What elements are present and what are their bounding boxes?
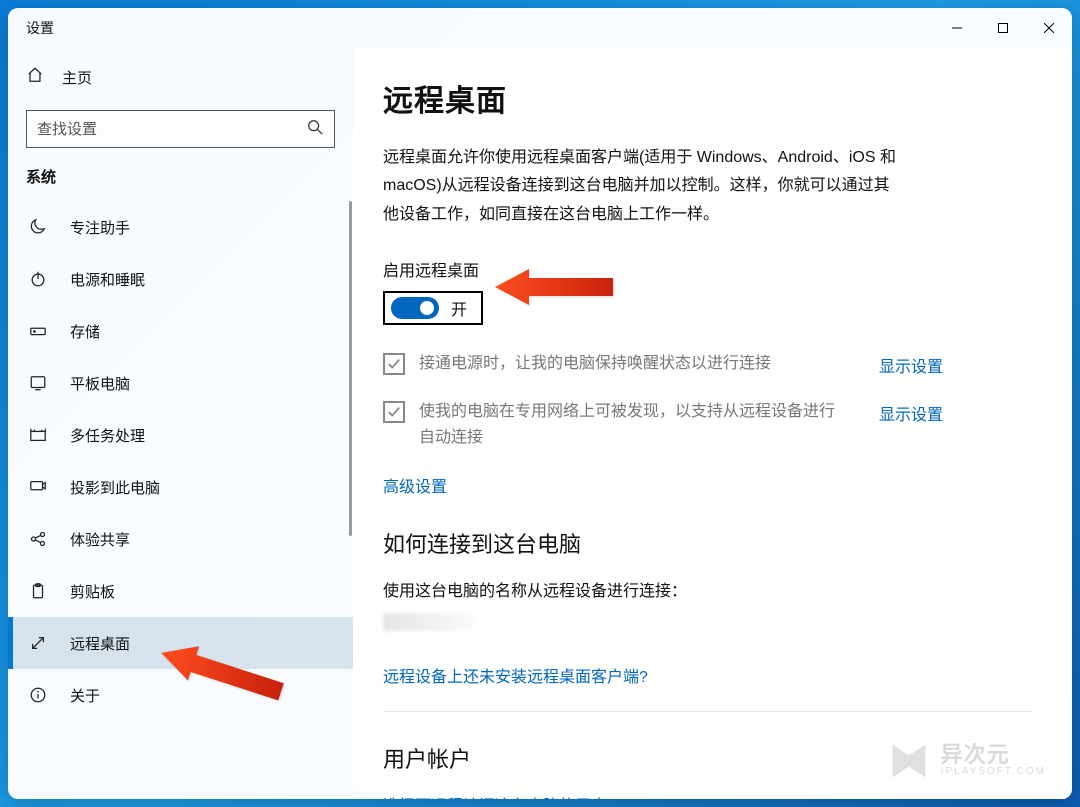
sidebar-home-label: 主页: [62, 67, 92, 88]
keep-awake-checkbox[interactable]: [383, 353, 405, 375]
sidebar-item-label: 专注助手: [70, 217, 130, 238]
enable-remote-toggle[interactable]: [391, 297, 439, 319]
window-title: 设置: [26, 18, 54, 38]
storage-icon: [28, 321, 48, 341]
sidebar-item-label: 远程桌面: [70, 633, 130, 654]
settings-window: 设置 主页: [8, 8, 1072, 799]
content-pane: 远程桌面 远程桌面允许你使用远程桌面客户端(适用于 Windows、Androi…: [353, 48, 1072, 799]
close-button[interactable]: [1026, 12, 1072, 44]
sidebar-item-clipboard[interactable]: 剪贴板: [8, 565, 353, 617]
sidebar-item-label: 电源和睡眠: [70, 269, 145, 290]
sidebar-item-tablet[interactable]: 平板电脑: [8, 357, 353, 409]
maximize-button[interactable]: [980, 12, 1026, 44]
remote-icon: [28, 633, 48, 653]
tablet-icon: [28, 373, 48, 393]
advanced-settings-link[interactable]: 高级设置: [383, 479, 447, 496]
sidebar-item-power[interactable]: 电源和睡眠: [8, 253, 353, 305]
sidebar-item-label: 多任务处理: [70, 425, 145, 446]
discoverable-row: 使我的电脑在专用网络上可被发现，以支持从远程设备进行自动连接 显示设置: [383, 399, 943, 450]
connect-description: 使用这台电脑的名称从远程设备进行连接：: [383, 577, 1032, 601]
sidebar-item-label: 剪贴板: [70, 581, 115, 602]
keep-awake-text: 接通电源时，让我的电脑保持唤醒状态以进行连接: [419, 351, 865, 377]
annotation-arrow-toggle: [495, 263, 615, 316]
project-icon: [28, 477, 48, 497]
enable-remote-label: 启用远程桌面: [383, 257, 1032, 281]
sidebar-item-share[interactable]: 体验共享: [8, 513, 353, 565]
sidebar-item-storage[interactable]: 存储: [8, 305, 353, 357]
section-how-connect: 如何连接到这台电脑: [383, 527, 1032, 559]
home-icon: [26, 66, 44, 88]
sidebar-home[interactable]: 主页: [8, 56, 353, 98]
discoverable-text: 使我的电脑在专用网络上可被发现，以支持从远程设备进行自动连接: [419, 399, 865, 450]
multitask-icon: [28, 425, 48, 445]
sidebar-item-moon[interactable]: 专注助手: [8, 201, 353, 253]
moon-icon: [28, 217, 48, 237]
sidebar-item-label: 关于: [70, 685, 100, 706]
toggle-state-text: 开: [451, 296, 467, 320]
about-icon: [28, 685, 48, 705]
client-install-link[interactable]: 远程设备上还未安装远程桌面客户端?: [383, 669, 648, 686]
keep-awake-row: 接通电源时，让我的电脑保持唤醒状态以进行连接 显示设置: [383, 351, 943, 377]
select-users-link[interactable]: 选择可远程访问这台电脑的用户: [383, 798, 607, 799]
clipboard-icon: [28, 581, 48, 601]
search-icon: [306, 118, 326, 140]
sidebar-item-multitask[interactable]: 多任务处理: [8, 409, 353, 461]
share-icon: [28, 529, 48, 549]
search-input[interactable]: [37, 121, 306, 138]
minimize-button[interactable]: [934, 12, 980, 44]
discoverable-checkbox[interactable]: [383, 401, 405, 423]
sidebar-item-label: 投影到此电脑: [70, 477, 160, 498]
sidebar-item-label: 存储: [70, 321, 100, 342]
sidebar-item-label: 平板电脑: [70, 373, 130, 394]
discoverable-settings-link[interactable]: 显示设置: [879, 401, 943, 425]
pc-name-redacted: [383, 613, 473, 631]
page-description: 远程桌面允许你使用远程桌面客户端(适用于 Windows、Android、iOS…: [383, 144, 903, 229]
sidebar-scrollbar[interactable]: [349, 201, 352, 799]
sidebar-item-label: 体验共享: [70, 529, 130, 550]
section-users: 用户帐户: [383, 742, 1032, 774]
enable-remote-toggle-box: 开: [383, 291, 483, 325]
power-icon: [28, 269, 48, 289]
keep-awake-settings-link[interactable]: 显示设置: [879, 353, 943, 377]
page-title: 远程桌面: [383, 76, 1032, 120]
sidebar-item-project[interactable]: 投影到此电脑: [8, 461, 353, 513]
sidebar-group-title: 系统: [8, 166, 353, 201]
titlebar: 设置: [8, 8, 1072, 48]
search-box[interactable]: [26, 110, 335, 148]
annotation-arrow-sidebar: [158, 638, 288, 713]
